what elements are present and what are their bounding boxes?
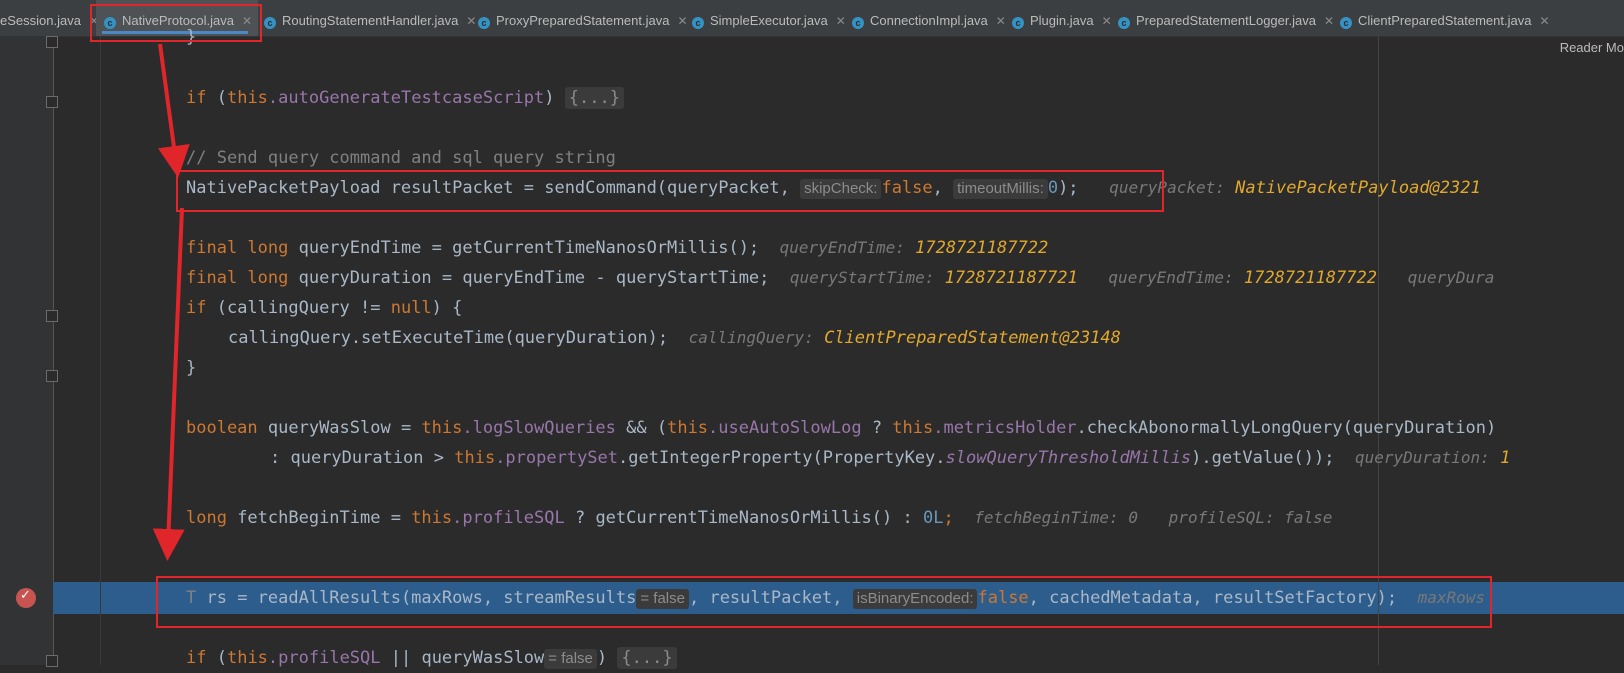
arrow-to-sendcommand	[157, 43, 190, 178]
annotation-arrows	[152, 43, 190, 561]
arrow-to-readallresults	[152, 207, 185, 561]
